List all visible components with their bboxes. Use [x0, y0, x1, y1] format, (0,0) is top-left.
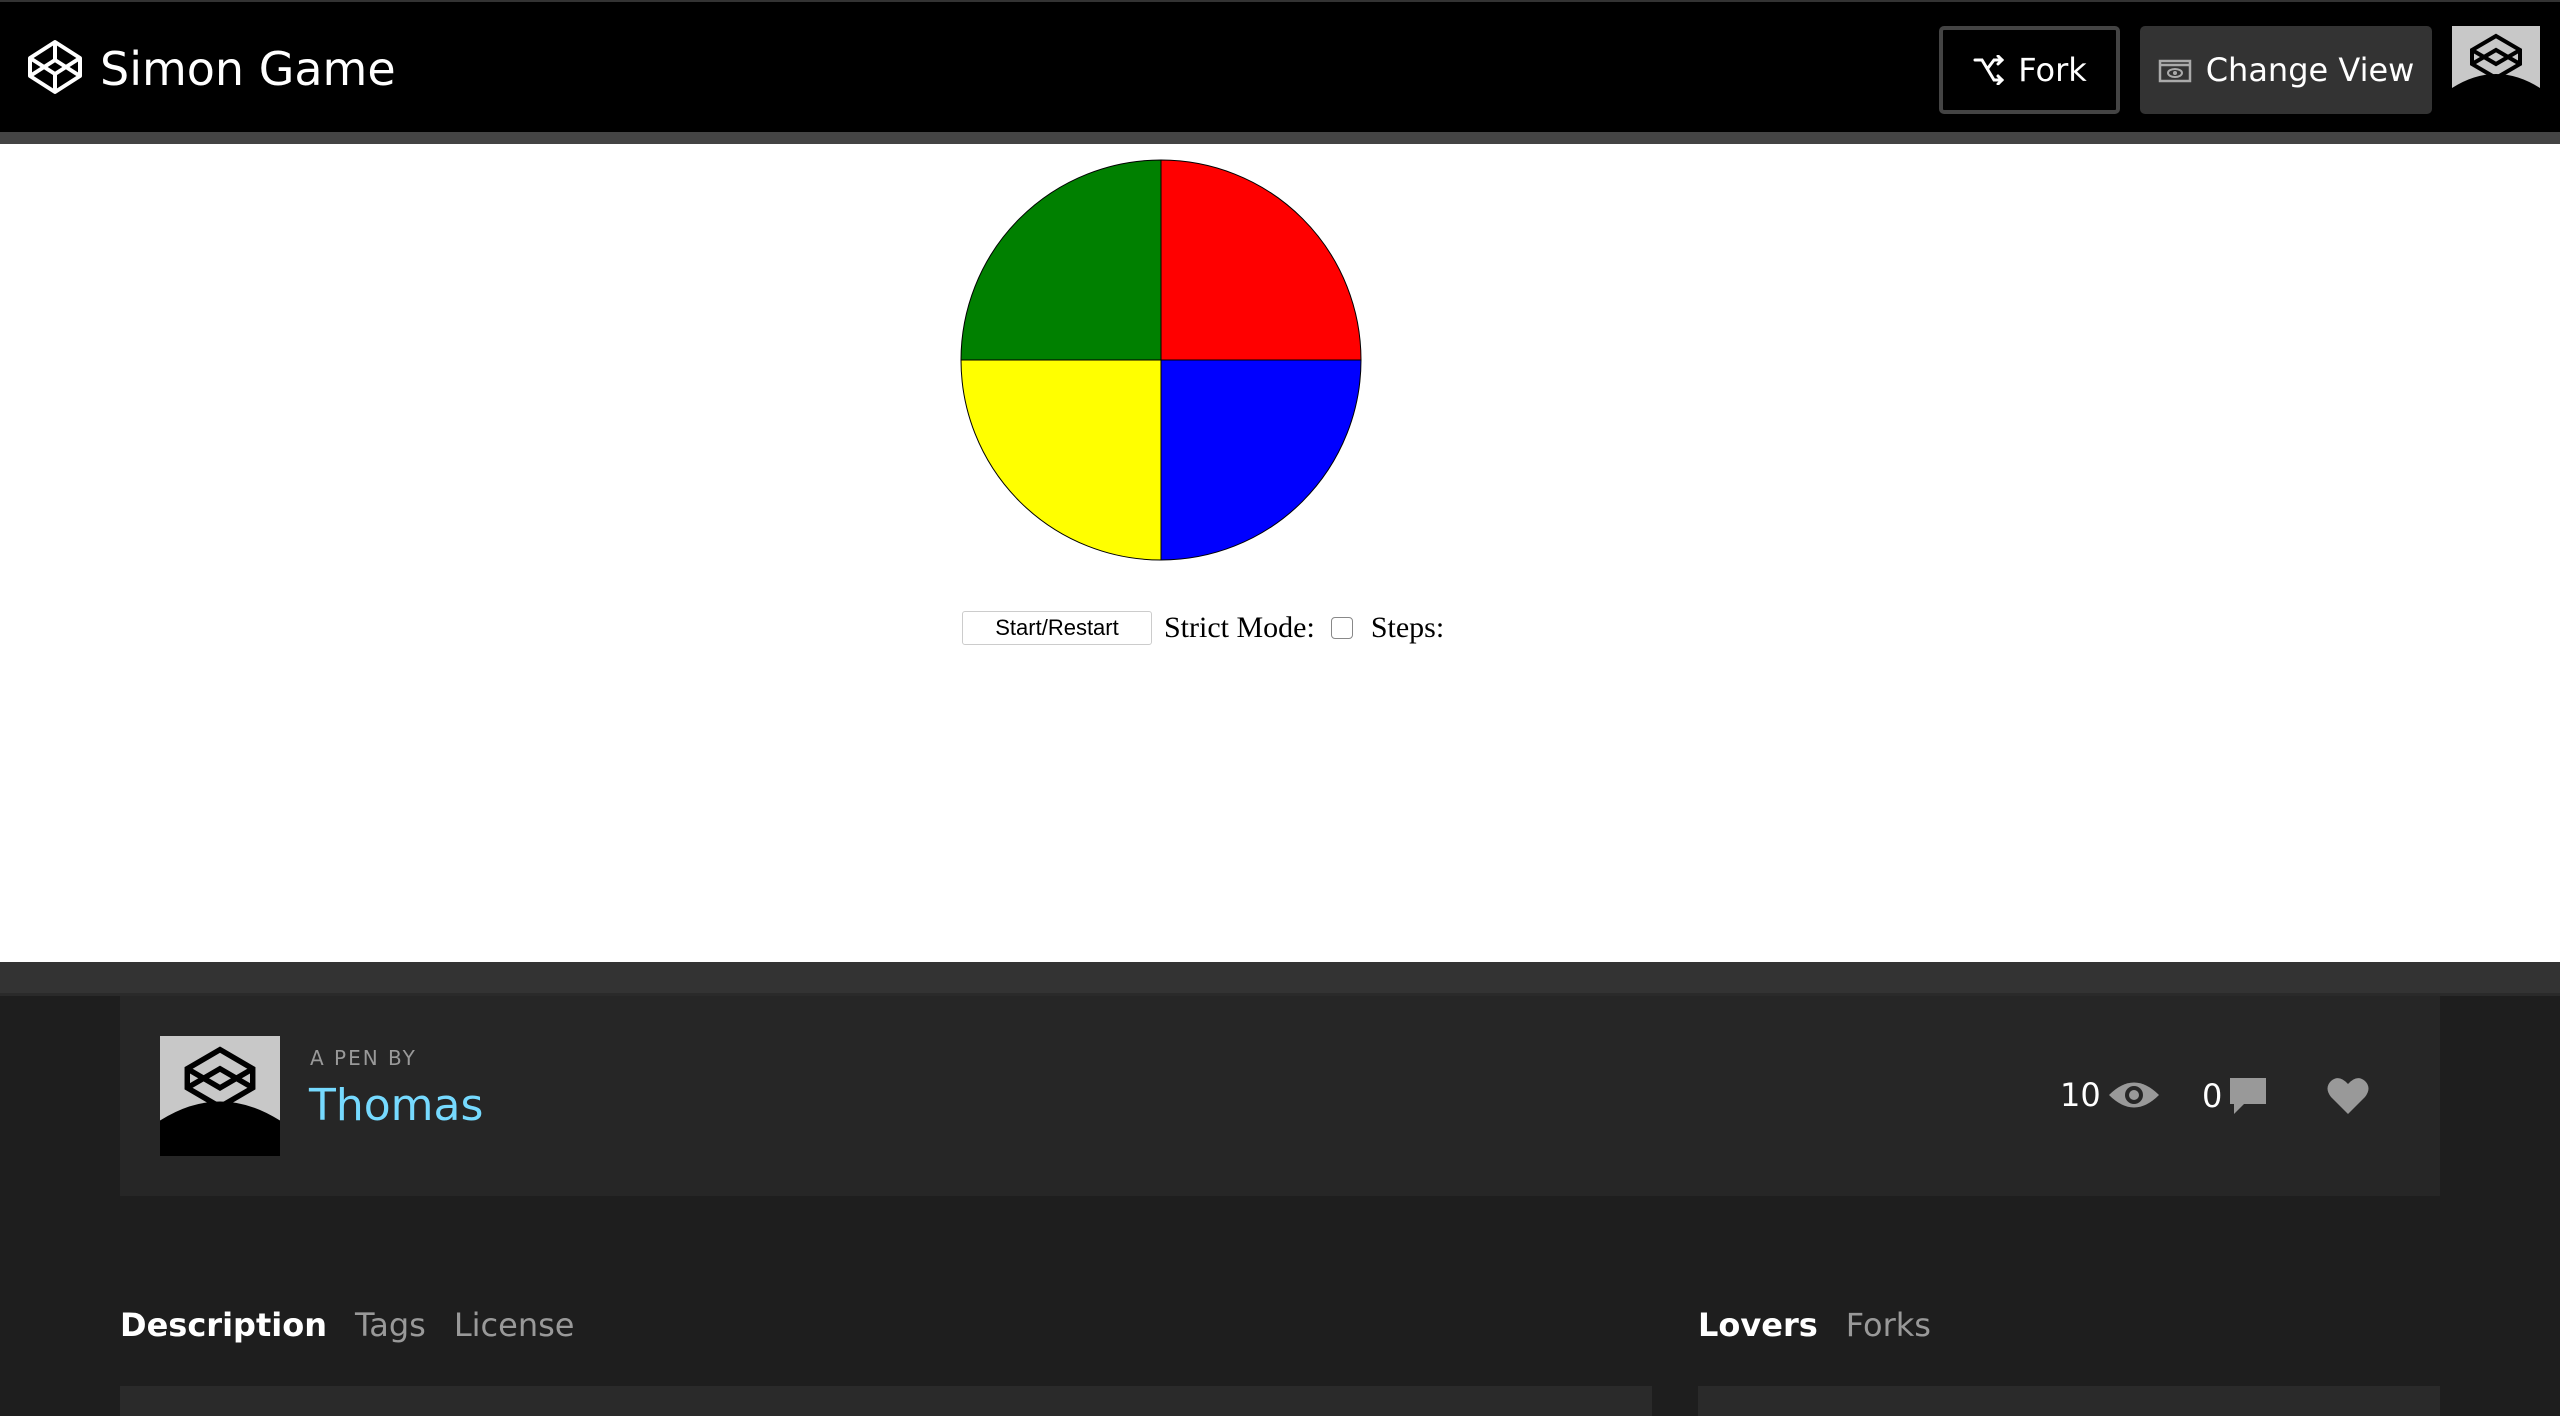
description-panel — [120, 1386, 1652, 1416]
comments-value: 0 — [2202, 1077, 2223, 1115]
fork-label: Fork — [2018, 51, 2087, 89]
heart-icon — [2327, 1078, 2369, 1114]
strict-mode-checkbox[interactable] — [1330, 617, 1353, 639]
resize-divider[interactable] — [0, 962, 2560, 996]
yellow-quadrant[interactable] — [960, 359, 1162, 561]
top-bar: Simon Game Fork Change View — [0, 0, 2560, 138]
red-quadrant[interactable] — [1160, 159, 1362, 361]
change-view-button[interactable]: Change View — [2140, 26, 2432, 114]
start-restart-button[interactable]: Start/Restart — [962, 611, 1152, 645]
pen-info-bar: A PEN BY Thomas 10 0 — [120, 996, 2440, 1196]
avatar[interactable] — [2452, 26, 2540, 114]
views-count: 10 — [2060, 1076, 2161, 1114]
fork-icon — [1973, 55, 2005, 85]
eye-icon — [2108, 1082, 2159, 1108]
fork-button[interactable]: Fork — [1939, 26, 2120, 114]
lovers-panel — [1698, 1386, 2440, 1416]
codepen-logo-icon[interactable] — [26, 38, 84, 96]
eye-box-icon — [2158, 59, 2191, 83]
tab-forks[interactable]: Forks — [1846, 1306, 1931, 1344]
social-tabs: Lovers Forks — [1698, 1306, 1931, 1344]
author-name-link[interactable]: Thomas — [309, 1080, 483, 1131]
love-button[interactable] — [2320, 1076, 2370, 1116]
preview-area: Start/Restart Strict Mode: Steps: — [0, 144, 2560, 962]
blue-quadrant[interactable] — [1160, 359, 1362, 561]
simon-board — [960, 159, 1362, 561]
header-shadow — [0, 132, 2560, 144]
tab-license[interactable]: License — [454, 1306, 575, 1344]
pen-by-label: A PEN BY — [310, 1046, 417, 1070]
strict-mode-label: Strict Mode: — [1164, 611, 1315, 644]
author-avatar[interactable] — [160, 1036, 280, 1156]
tab-tags[interactable]: Tags — [355, 1306, 426, 1344]
comment-icon — [2230, 1078, 2267, 1114]
comments-count[interactable]: 0 — [2202, 1076, 2268, 1116]
details-tabs: Description Tags License — [120, 1306, 574, 1344]
page-title: Simon Game — [100, 42, 396, 96]
tab-description[interactable]: Description — [120, 1306, 327, 1344]
avatar-image — [2452, 26, 2540, 114]
game-controls: Start/Restart Strict Mode: Steps: — [962, 608, 1444, 648]
steps-label: Steps: — [1370, 611, 1445, 644]
tab-lovers[interactable]: Lovers — [1698, 1306, 1818, 1344]
author-avatar-image — [160, 1036, 280, 1156]
green-quadrant[interactable] — [960, 159, 1162, 361]
change-view-label: Change View — [2205, 51, 2415, 89]
views-value: 10 — [2060, 1076, 2101, 1114]
